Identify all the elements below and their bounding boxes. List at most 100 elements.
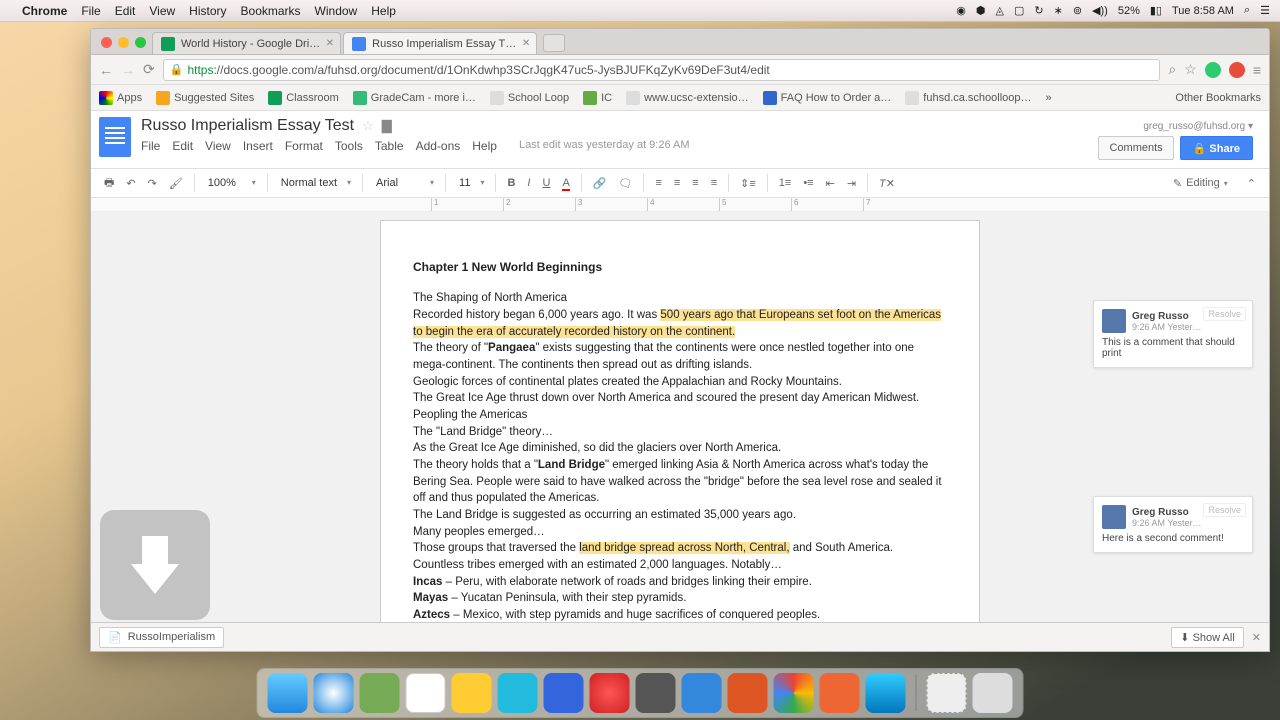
close-tab-icon[interactable]: ✕	[522, 38, 530, 49]
align-center-icon[interactable]: ≡	[669, 174, 685, 192]
mode-select[interactable]: ✎ Editing ▾	[1167, 177, 1234, 190]
chrome-icon[interactable]	[774, 673, 814, 713]
new-tab-button[interactable]	[543, 34, 565, 52]
menu-help[interactable]: Help	[371, 4, 396, 18]
align-left-icon[interactable]: ≡	[650, 174, 666, 192]
clear-format-icon[interactable]: T✕	[874, 174, 900, 193]
style-select[interactable]: Normal text	[274, 174, 356, 192]
docs-menu-tools[interactable]: Tools	[335, 139, 363, 153]
messages-icon[interactable]	[498, 673, 538, 713]
bookmark-item[interactable]: fuhsd.ca.schoolloop…	[905, 91, 1031, 105]
calendar-icon[interactable]	[406, 673, 446, 713]
docs-menu-table[interactable]: Table	[375, 139, 404, 153]
status-wifi-icon[interactable]: ⊚	[1073, 4, 1082, 17]
redo-icon[interactable]: ↷	[143, 174, 162, 193]
status-drive-icon[interactable]: ◬	[996, 4, 1004, 17]
document-canvas[interactable]: Chapter 1 New World Beginnings The Shapi…	[91, 212, 1269, 647]
menu-window[interactable]: Window	[315, 4, 358, 18]
bookmark-item[interactable]: School Loop	[490, 91, 569, 105]
align-justify-icon[interactable]: ≡	[706, 174, 722, 192]
status-bluetooth-icon[interactable]: ∗	[1054, 4, 1063, 17]
forward-button[interactable]: →	[121, 62, 135, 78]
docs-menu-insert[interactable]: Insert	[243, 139, 273, 153]
settings-icon[interactable]	[636, 673, 676, 713]
star-icon[interactable]: ☆	[362, 118, 374, 134]
chrome-menu-icon[interactable]: ≡	[1253, 62, 1261, 78]
mail-icon[interactable]	[544, 673, 584, 713]
search-icon[interactable]: ⌕	[1168, 61, 1176, 78]
paint-format-icon[interactable]: 🖌	[164, 174, 188, 193]
undo-icon[interactable]: ↶	[121, 174, 140, 193]
menu-file[interactable]: File	[81, 4, 100, 18]
status-notif-icon[interactable]: ☰	[1260, 4, 1270, 17]
bookmark-item[interactable]: www.ucsc-extensio…	[626, 91, 749, 105]
star-icon[interactable]: ☆	[1184, 61, 1197, 78]
dock-document-icon[interactable]	[927, 673, 967, 713]
underline-icon[interactable]: U	[537, 174, 555, 192]
tab-docs-active[interactable]: Russo Imperialism Essay T… ✕	[343, 32, 537, 54]
powerpoint-icon[interactable]	[728, 673, 768, 713]
maximize-window-button[interactable]	[135, 37, 146, 48]
status-clock[interactable]: Tue 8:58 AM	[1172, 5, 1234, 17]
menu-edit[interactable]: Edit	[115, 4, 136, 18]
bookmarks-overflow[interactable]: »	[1046, 92, 1052, 104]
numbered-list-icon[interactable]: 1≡	[774, 174, 797, 192]
status-volume-icon[interactable]: ◀))	[1092, 4, 1108, 17]
comment-card[interactable]: Resolve Greg Russo 9:26 AM Yester… Here …	[1093, 496, 1253, 553]
itunes-icon[interactable]	[590, 673, 630, 713]
status-record-icon[interactable]: ◉	[956, 4, 966, 17]
zoom-select[interactable]: 100%	[201, 174, 261, 192]
resolve-button[interactable]: Resolve	[1203, 503, 1246, 517]
finder-icon[interactable]	[268, 673, 308, 713]
bookmark-item[interactable]: GradeCam - more i…	[353, 91, 476, 105]
font-size-select[interactable]: 11	[452, 174, 489, 192]
extension-icon[interactable]	[1229, 62, 1245, 78]
bookmark-item[interactable]: IC	[583, 91, 612, 105]
bulleted-list-icon[interactable]: •≡	[798, 174, 818, 192]
extension-icon[interactable]	[1205, 62, 1221, 78]
outdent-icon[interactable]: ⇤	[821, 174, 840, 193]
menu-view[interactable]: View	[149, 4, 175, 18]
reload-button[interactable]: ⟳	[143, 61, 155, 78]
menu-bookmarks[interactable]: Bookmarks	[241, 4, 301, 18]
status-sync-icon[interactable]: ↻	[1034, 4, 1043, 17]
minimize-window-button[interactable]	[118, 37, 129, 48]
back-button[interactable]: ←	[99, 62, 113, 78]
bookmark-item[interactable]: Classroom	[268, 91, 339, 105]
ladybug-icon[interactable]	[820, 673, 860, 713]
bookmark-item[interactable]: FAQ How to Order a…	[763, 91, 892, 105]
close-tab-icon[interactable]: ✕	[326, 38, 334, 49]
bookmark-apps[interactable]: Apps	[99, 91, 142, 105]
italic-icon[interactable]: I	[522, 174, 535, 192]
align-right-icon[interactable]: ≡	[687, 174, 703, 192]
document-page[interactable]: Chapter 1 New World Beginnings The Shapi…	[380, 220, 980, 647]
other-bookmarks[interactable]: Other Bookmarks	[1169, 92, 1261, 104]
docs-menu-file[interactable]: File	[141, 139, 160, 153]
url-field[interactable]: 🔒 https ://docs.google.com/a/fuhsd.org/d…	[163, 59, 1161, 81]
docs-menu-help[interactable]: Help	[472, 139, 497, 153]
user-email[interactable]: greg_russo@fuhsd.org ▾	[1098, 121, 1253, 132]
docs-menu-addons[interactable]: Add-ons	[416, 139, 461, 153]
status-dropbox-icon[interactable]: ⬢	[976, 4, 986, 17]
close-window-button[interactable]	[101, 37, 112, 48]
safari-icon[interactable]	[314, 673, 354, 713]
docs-menu-edit[interactable]: Edit	[172, 139, 193, 153]
trash-icon[interactable]	[973, 673, 1013, 713]
ruler[interactable]: 1234567	[91, 198, 1269, 212]
download-item[interactable]: 📄 RussoImperialism	[99, 627, 224, 648]
docs-menu-view[interactable]: View	[205, 139, 231, 153]
app-icon[interactable]	[360, 673, 400, 713]
quicktime-icon[interactable]	[866, 673, 906, 713]
comments-button[interactable]: Comments	[1098, 136, 1173, 160]
docs-menu-format[interactable]: Format	[285, 139, 323, 153]
bold-icon[interactable]: B	[502, 174, 520, 192]
docs-logo-icon[interactable]	[99, 117, 131, 157]
resolve-button[interactable]: Resolve	[1203, 307, 1246, 321]
share-button[interactable]: 🔒 Share	[1180, 136, 1253, 160]
status-battery-icon[interactable]: ▮▯	[1150, 4, 1162, 17]
indent-icon[interactable]: ⇥	[842, 174, 861, 193]
print-icon[interactable]: 🖶	[99, 171, 119, 196]
close-downloads-bar-icon[interactable]: ✕	[1252, 631, 1261, 644]
document-title[interactable]: Russo Imperialism Essay Test	[141, 117, 354, 135]
tab-drive[interactable]: World History - Google Dri… ✕	[152, 32, 341, 54]
